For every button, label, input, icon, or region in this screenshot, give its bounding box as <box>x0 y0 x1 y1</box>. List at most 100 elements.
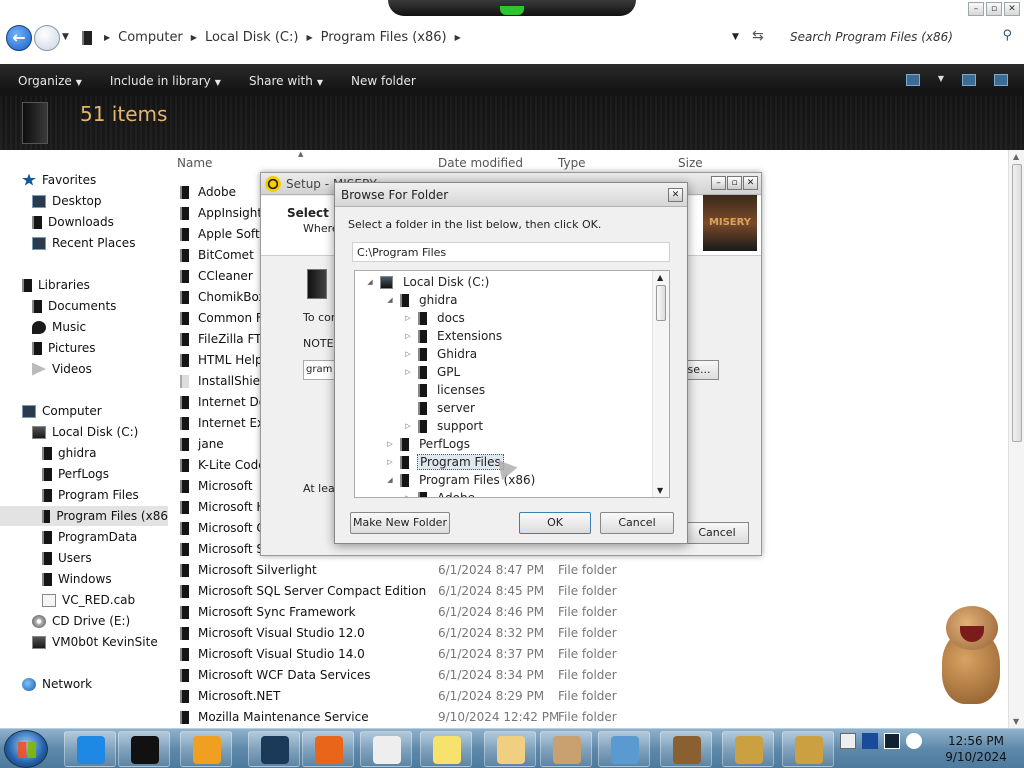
tree-node[interactable]: ▷ support <box>403 417 485 435</box>
nav-item[interactable]: VM0b0t KevinSite <box>0 632 168 652</box>
tree-node[interactable]: ◢ Local Disk (C:) <box>365 273 491 291</box>
media-player-button[interactable] <box>180 731 232 767</box>
make-new-folder-button[interactable]: Make New Folder <box>350 512 450 534</box>
file-row[interactable]: Microsoft WCF Data Services 6/1/2024 8:34… <box>168 665 1008 686</box>
tree-node[interactable]: ▷ GPL <box>403 363 462 381</box>
ok-button[interactable]: OK <box>519 512 591 534</box>
nav-item[interactable]: Favorites <box>0 170 168 190</box>
new-folder-button[interactable]: New folder <box>351 74 416 88</box>
gamebox-button[interactable] <box>660 731 712 767</box>
tree-node[interactable]: ◢ Program Files (x86) <box>385 471 537 489</box>
sticky-notes-button[interactable] <box>420 731 472 767</box>
search-input[interactable]: Search Program Files (x86) ⚲ <box>780 27 1020 49</box>
tray-monitor-icon[interactable] <box>862 733 878 749</box>
scroll-up-icon[interactable]: ▲ <box>657 273 663 282</box>
tree-node[interactable]: ▷ Extensions <box>403 327 504 345</box>
minimize-button[interactable]: – <box>968 2 984 16</box>
file-row[interactable]: Microsoft Visual Studio 12.0 6/1/2024 8:3… <box>168 623 1008 644</box>
setup-maximize-button[interactable]: ▫ <box>727 176 742 190</box>
refresh-icon[interactable]: ⇆ <box>752 28 764 44</box>
start-button[interactable] <box>4 730 48 768</box>
nav-item[interactable]: Users <box>0 548 168 568</box>
tree-node[interactable]: ▷ Program Files <box>385 453 504 471</box>
nav-item[interactable]: Pictures <box>0 338 168 358</box>
collapsed-arrow-icon[interactable]: ▷ <box>403 350 413 358</box>
firefox-button[interactable] <box>302 731 354 767</box>
nav-item[interactable]: Downloads <box>0 212 168 232</box>
globe-app-button[interactable] <box>248 731 300 767</box>
users-app-button[interactable] <box>598 731 650 767</box>
dialog-close-button[interactable]: ✕ <box>668 188 683 202</box>
file-row[interactable]: Microsoft Visual Studio 14.0 6/1/2024 8:3… <box>168 644 1008 665</box>
back-button[interactable]: ← <box>6 25 32 51</box>
close-button[interactable]: ✕ <box>1004 2 1020 16</box>
radiation-app-button-1[interactable] <box>722 731 774 767</box>
scrollbar-thumb[interactable] <box>656 285 666 321</box>
scroll-up-icon[interactable]: ▲ <box>1013 152 1019 161</box>
scroll-down-icon[interactable]: ▼ <box>657 486 663 495</box>
column-header-date[interactable]: Date modified <box>438 156 523 170</box>
nav-item[interactable]: Documents <box>0 296 168 316</box>
nav-item[interactable]: Libraries <box>0 275 168 295</box>
volume-icon[interactable] <box>906 733 922 749</box>
column-header-name[interactable]: Name <box>177 156 212 170</box>
collapsed-arrow-icon[interactable]: ▷ <box>403 314 413 322</box>
file-list-scrollbar[interactable]: ▲ ▼ <box>1008 150 1024 728</box>
radiation-app-button-2[interactable] <box>782 731 834 767</box>
address-history-dropdown-icon[interactable]: ▼ <box>732 32 739 42</box>
breadcrumb-local-disk[interactable]: Local Disk (C:) <box>197 30 306 45</box>
internet-explorer-button[interactable] <box>64 731 116 767</box>
nav-item[interactable]: Desktop <box>0 191 168 211</box>
file-row[interactable]: Microsoft.NET 6/1/2024 8:29 PM File folder <box>168 686 1008 707</box>
tree-node[interactable]: licenses <box>403 381 487 399</box>
chevron-down-icon[interactable]: ▼ <box>938 74 944 86</box>
chevron-right-icon[interactable]: ▶ <box>455 33 461 42</box>
tree-node[interactable]: ▷ Ghidra <box>403 345 479 363</box>
view-options-icon[interactable] <box>905 74 920 86</box>
7zip-button[interactable] <box>360 731 412 767</box>
nav-item[interactable]: Program Files (x86 <box>0 506 168 526</box>
nav-item[interactable]: Videos <box>0 359 168 379</box>
setup-minimize-button[interactable]: – <box>711 176 726 190</box>
file-row[interactable]: Microsoft Silverlight 6/1/2024 8:47 PM Fil… <box>168 560 1008 581</box>
file-row[interactable]: Mozilla Maintenance Service 9/10/2024 12:… <box>168 707 1008 728</box>
organize-menu[interactable]: Organize ▼ <box>18 74 82 88</box>
collapsed-arrow-icon[interactable]: ▷ <box>385 440 395 448</box>
nav-item[interactable]: Recent Places <box>0 233 168 253</box>
search-icon[interactable]: ⚲ <box>1002 28 1012 43</box>
tree-node[interactable]: server <box>403 399 477 417</box>
collapsed-arrow-icon[interactable]: ▷ <box>403 494 413 497</box>
collapsed-arrow-icon[interactable]: ▷ <box>403 332 413 340</box>
forward-button[interactable] <box>34 25 60 51</box>
mail-app-button[interactable] <box>484 731 536 767</box>
nav-item[interactable]: CD Drive (E:) <box>0 611 168 631</box>
nav-item[interactable]: Local Disk (C:) <box>0 422 168 442</box>
nav-item[interactable]: ProgramData <box>0 527 168 547</box>
collapsed-arrow-icon[interactable]: ▷ <box>403 368 413 376</box>
scroll-down-icon[interactable]: ▼ <box>1013 717 1019 726</box>
setup-close-button[interactable]: ✕ <box>743 176 758 190</box>
expanded-arrow-icon[interactable]: ◢ <box>385 296 395 304</box>
nav-item[interactable]: Network <box>0 674 168 694</box>
setup-cancel-button[interactable]: Cancel <box>685 522 749 544</box>
nav-item[interactable]: Program Files <box>0 485 168 505</box>
nav-item[interactable]: Windows <box>0 569 168 589</box>
file-row[interactable]: Microsoft SQL Server Compact Edition 6/1/… <box>168 581 1008 602</box>
clock[interactable]: 12:56 PM 9/10/2024 <box>936 733 1016 765</box>
breadcrumb-program-files-x86[interactable]: Program Files (x86) <box>313 30 455 45</box>
paint-button[interactable] <box>540 731 592 767</box>
maximize-button[interactable]: ▫ <box>986 2 1002 16</box>
breadcrumb-computer[interactable]: Computer <box>110 30 191 45</box>
tree-node[interactable]: ▷ docs <box>403 309 467 327</box>
collapsed-arrow-icon[interactable]: ▷ <box>403 422 413 430</box>
folder-path-field[interactable]: C:\Program Files <box>352 242 670 262</box>
include-in-library-menu[interactable]: Include in library ▼ <box>110 74 221 88</box>
nav-item[interactable]: Computer <box>0 401 168 421</box>
folder-tree-scrollbar[interactable]: ▲ ▼ <box>652 271 669 497</box>
file-row[interactable]: Microsoft Sync Framework 6/1/2024 8:46 PM… <box>168 602 1008 623</box>
scrollbar-thumb[interactable] <box>1012 164 1022 442</box>
help-icon[interactable] <box>994 74 1008 86</box>
recent-pages-dropdown-icon[interactable]: ▼ <box>62 32 69 42</box>
column-header-size[interactable]: Size <box>678 156 703 170</box>
expanded-arrow-icon[interactable]: ◢ <box>385 476 395 484</box>
